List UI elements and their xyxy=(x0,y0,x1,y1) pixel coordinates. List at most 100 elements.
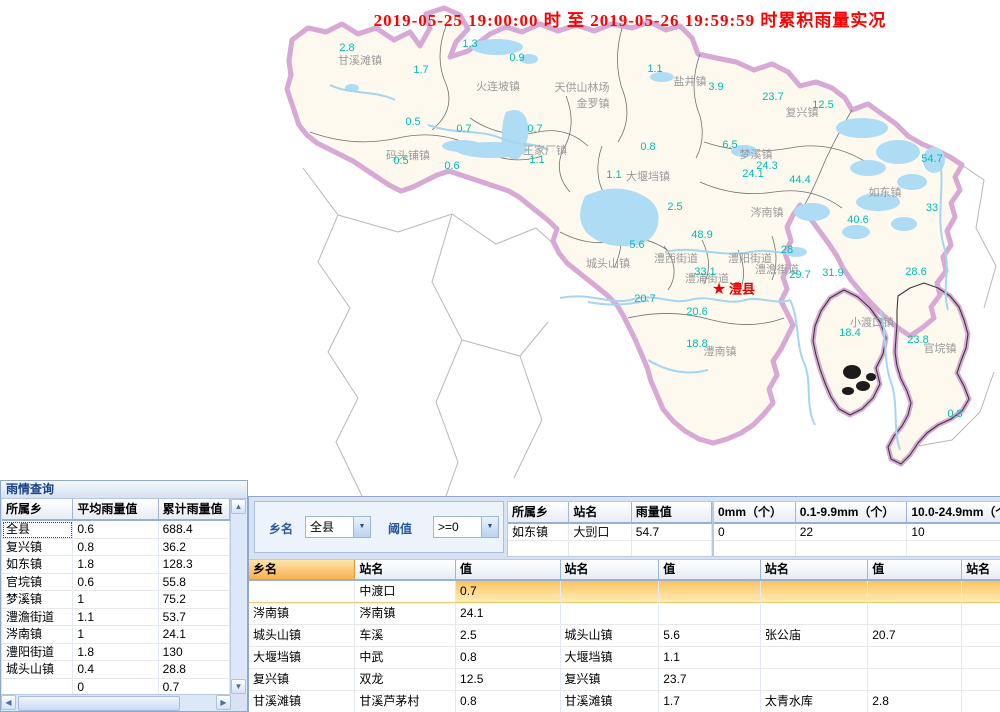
cell xyxy=(761,669,868,691)
table-row[interactable] xyxy=(714,541,1000,557)
header-row: 所属乡平均雨量值累计雨量值 xyxy=(2,499,230,521)
column-header[interactable]: 站名 xyxy=(761,560,868,580)
table-row[interactable]: 官垸镇0.655.8 xyxy=(2,574,230,592)
cell xyxy=(868,581,962,603)
cell: 24.1 xyxy=(456,603,560,625)
rain-value-label: 1.7 xyxy=(413,64,428,76)
cell: 官垸镇 xyxy=(2,574,73,592)
cell xyxy=(508,541,569,557)
cell: 1 xyxy=(73,591,158,609)
table-row[interactable]: 甘溪滩镇甘溪芦茅村0.8甘溪滩镇1.7太青水库2.8 xyxy=(249,691,1000,712)
column-header[interactable]: 0mm（个） xyxy=(714,502,796,523)
table-row[interactable]: 复兴镇0.836.2 xyxy=(2,539,230,557)
chevron-down-icon[interactable]: ▼ xyxy=(481,517,498,537)
cell xyxy=(659,603,761,625)
table-row[interactable]: 02210 xyxy=(714,524,1000,541)
rain-value-label: 44.4 xyxy=(789,174,810,186)
town-select[interactable]: 全县 ▼ xyxy=(305,516,371,538)
column-header[interactable]: 站名 xyxy=(355,560,456,580)
table-row[interactable]: 复兴镇双龙12.5复兴镇23.7 xyxy=(249,669,1000,691)
cell: 75.2 xyxy=(159,591,230,609)
town-label: 大堰垱镇 xyxy=(626,168,670,184)
cell: 复兴镇 xyxy=(561,669,660,691)
threshold-select[interactable]: >=0 ▼ xyxy=(433,516,499,538)
scroll-left-icon[interactable]: ◀ xyxy=(1,695,16,710)
cell: 1.8 xyxy=(73,556,158,574)
table-row[interactable]: 澧澹街道1.153.7 xyxy=(2,609,230,627)
town-select-value[interactable]: 全县 xyxy=(306,517,353,537)
column-header[interactable]: 乡名 xyxy=(249,560,355,580)
rain-value-label: 31.9 xyxy=(822,267,843,279)
scroll-right-icon[interactable]: ▶ xyxy=(216,695,231,710)
column-header[interactable]: 站名 xyxy=(962,560,1000,580)
scrollbar-thumb[interactable] xyxy=(18,696,180,711)
table-row[interactable]: 大堰垱镇中武0.8大堰垱镇1.1 xyxy=(249,647,1000,669)
column-header[interactable]: 10.0-24.9mm（个） xyxy=(907,502,1000,523)
table-row[interactable]: 梦溪镇175.2 xyxy=(2,591,230,609)
table-row[interactable]: 如东镇大剅口54.7 xyxy=(508,524,712,541)
cell xyxy=(659,581,761,603)
cell: 1 xyxy=(73,626,158,644)
rain-value-label: 40.6 xyxy=(847,214,868,226)
table-row[interactable]: 00.7 xyxy=(2,679,230,695)
table-row[interactable]: 城头山镇车溪2.5城头山镇5.6张公庙20.7 xyxy=(249,625,1000,647)
table-row[interactable] xyxy=(508,541,712,557)
cell: 复兴镇 xyxy=(249,669,355,691)
chevron-down-icon[interactable]: ▼ xyxy=(353,517,370,537)
station-detail-panel: 乡名 全县 ▼ 阈值 >=0 ▼ 所属乡站名雨量值如东镇大剅口54.7 0mm（… xyxy=(248,496,1000,712)
threshold-select-value[interactable]: >=0 xyxy=(434,517,481,537)
table-row[interactable]: 如东镇1.8128.3 xyxy=(2,556,230,574)
town-label: 澧南镇 xyxy=(704,343,737,359)
cell: 涔南镇 xyxy=(249,603,355,625)
app-window: 2019-05-25 19:00:00 时 至 2019-05-26 19:59… xyxy=(0,0,1000,712)
cell: 2.8 xyxy=(868,691,962,712)
vertical-scrollbar[interactable]: ▲ ▼ xyxy=(230,499,247,694)
table-row[interactable]: 涔南镇124.1 xyxy=(2,626,230,644)
cell xyxy=(868,603,962,625)
cell: 张公庙 xyxy=(761,625,868,647)
rain-value-label: 0.5 xyxy=(393,155,408,167)
cell: 53.7 xyxy=(159,609,230,627)
cell: 涔南镇 xyxy=(355,603,456,625)
column-header[interactable]: 所属乡 xyxy=(2,499,73,520)
column-header[interactable]: 累计雨量值 xyxy=(159,499,230,520)
cell: 中武 xyxy=(355,647,456,669)
cell xyxy=(561,603,660,625)
cell: 澧澹街道 xyxy=(2,609,73,627)
column-header[interactable]: 站名 xyxy=(561,560,660,580)
column-header[interactable]: 所属乡 xyxy=(508,502,569,523)
scroll-up-icon[interactable]: ▲ xyxy=(231,499,246,514)
detail-table: 乡名站名值站名值站名值站名中渡口0.7涔南镇涔南镇24.1城头山镇车溪2.5城头… xyxy=(249,559,1000,712)
scroll-down-icon[interactable]: ▼ xyxy=(231,679,246,694)
table-row[interactable]: 澧阳街道1.8130 xyxy=(2,644,230,662)
column-header[interactable]: 平均雨量值 xyxy=(73,499,158,520)
column-header[interactable]: 值 xyxy=(868,560,962,580)
header-row: 乡名站名值站名值站名值站名 xyxy=(249,560,1000,581)
horizontal-scrollbar[interactable]: ◀ ▶ xyxy=(1,694,231,711)
rain-value-label: 54.7 xyxy=(921,153,942,165)
rain-value-label: 1.3 xyxy=(462,38,477,50)
rain-value-label: 0.8 xyxy=(640,141,655,153)
map-overlay: 2019-05-25 19:00:00 时 至 2019-05-26 19:59… xyxy=(0,0,1000,496)
column-header[interactable]: 雨量值 xyxy=(632,502,712,523)
rain-value-label: 0.5 xyxy=(405,116,420,128)
column-header[interactable]: 值 xyxy=(659,560,761,580)
rainfall-map[interactable]: 2019-05-25 19:00:00 时 至 2019-05-26 19:59… xyxy=(0,0,1000,496)
rain-value-label: 23.7 xyxy=(762,91,783,103)
column-header[interactable]: 0.1-9.9mm（个） xyxy=(796,502,908,523)
filter-bar: 乡名 全县 ▼ 阈值 >=0 ▼ xyxy=(254,501,504,553)
cell: 涔南镇 xyxy=(2,626,73,644)
cell: 复兴镇 xyxy=(2,539,73,557)
station-table: 所属乡站名雨量值如东镇大剅口54.7 xyxy=(507,501,713,557)
cell: 大堰垱镇 xyxy=(561,647,660,669)
column-header[interactable]: 值 xyxy=(456,560,560,580)
rain-value-label: 2.5 xyxy=(667,201,682,213)
cell: 车溪 xyxy=(355,625,456,647)
column-header[interactable]: 站名 xyxy=(569,502,631,523)
table-row[interactable]: 全县0.6688.4 xyxy=(2,521,230,539)
table-row[interactable]: 涔南镇涔南镇24.1 xyxy=(249,603,1000,625)
cell: 大剅口 xyxy=(569,524,631,541)
table-row[interactable]: 中渡口0.7 xyxy=(249,581,1000,603)
header-row: 0mm（个）0.1-9.9mm（个）10.0-24.9mm（个） xyxy=(714,502,1000,524)
table-row[interactable]: 城头山镇0.428.8 xyxy=(2,661,230,679)
